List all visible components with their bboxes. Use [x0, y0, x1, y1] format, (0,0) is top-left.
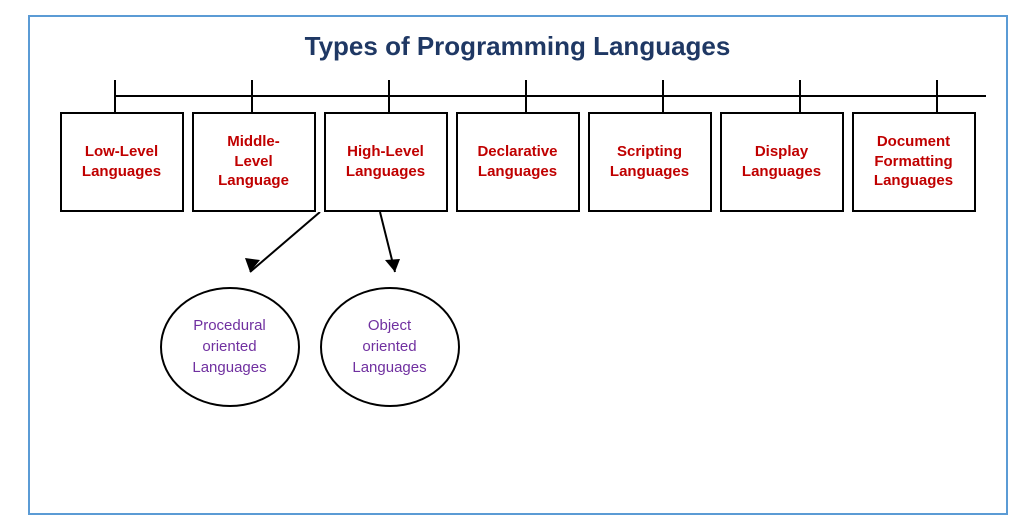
diagram-container: Types of Programming Languages	[28, 15, 1008, 515]
procedural-circle: ProceduralorientedLanguages	[160, 287, 300, 407]
arrows-svg	[50, 212, 986, 287]
declarative-box: DeclarativeLanguages	[456, 112, 580, 212]
connector-lines-svg	[50, 80, 986, 112]
high-level-box: High-LevelLanguages	[324, 112, 448, 212]
middle-level-box: Middle-LevelLanguage	[192, 112, 316, 212]
document-formatting-box: DocumentFormattingLanguages	[852, 112, 976, 212]
arrow-area	[50, 212, 986, 287]
low-level-box: Low-LevelLanguages	[60, 112, 184, 212]
boxes-row: Low-LevelLanguages Middle-LevelLanguage …	[60, 112, 976, 212]
circles-row: ProceduralorientedLanguages Objectorient…	[60, 287, 976, 407]
scripting-box: ScriptingLanguages	[588, 112, 712, 212]
object-oriented-circle: ObjectorientedLanguages	[320, 287, 460, 407]
display-box: DisplayLanguages	[720, 112, 844, 212]
diagram-title: Types of Programming Languages	[40, 31, 996, 62]
